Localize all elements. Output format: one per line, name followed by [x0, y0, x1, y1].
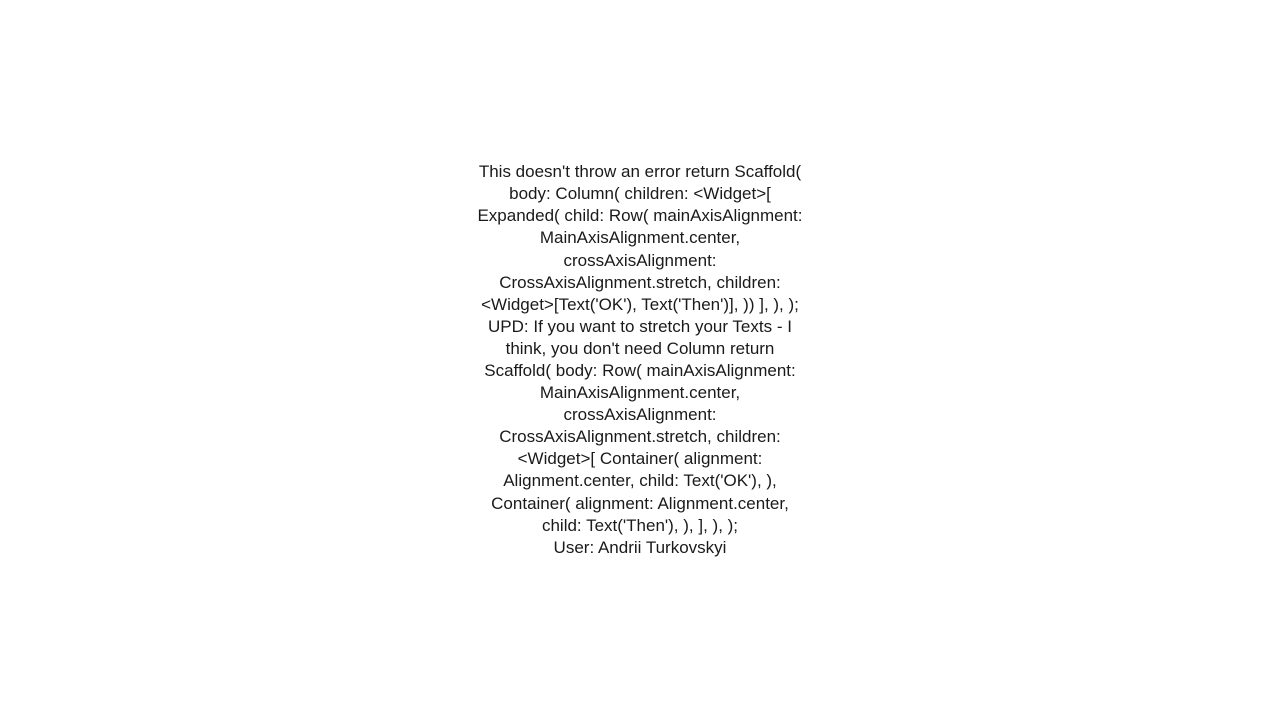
- user-label: User:: [554, 538, 598, 557]
- post-user-line: User: Andrii Turkovskyi: [470, 537, 810, 559]
- post-content: This doesn't throw an error return Scaff…: [470, 161, 810, 559]
- post-body: This doesn't throw an error return Scaff…: [477, 162, 802, 535]
- user-name: Andrii Turkovskyi: [598, 538, 726, 557]
